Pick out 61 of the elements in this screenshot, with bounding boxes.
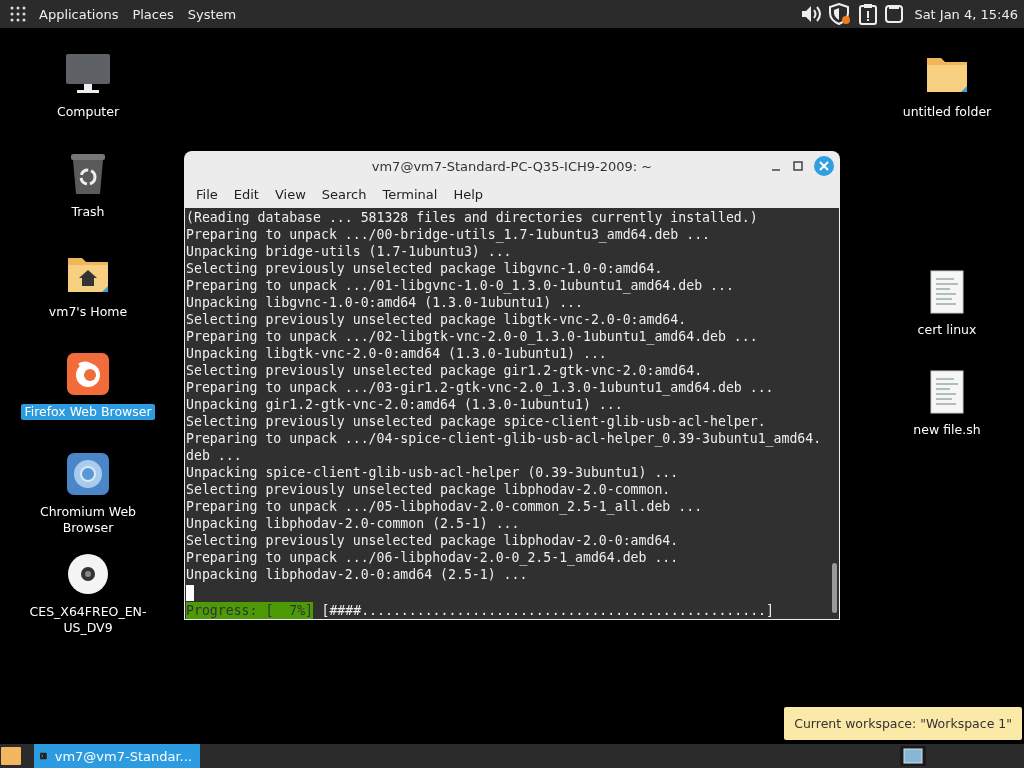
show-desktop-icon[interactable]: [0, 745, 22, 767]
terminal-line: Preparing to unpack .../03-gir1.2-gtk-vnc-2.0_1.3.0-1ubuntu1_amd64.deb ...: [186, 379, 775, 396]
maximize-button[interactable]: [792, 160, 804, 172]
terminal-line: Preparing to unpack .../00-bridge-utils_1.7-1ubuntu3_amd64.deb ...: [186, 226, 711, 243]
terminal-line: Selecting previously unselected package libgvnc-1.0-0:amd64.: [186, 260, 664, 277]
terminal-line: Unpacking libphodav-2.0-common (2.5-1) ...: [186, 515, 521, 532]
browser-fox-icon[interactable]: [67, 353, 109, 395]
terminal-line: Selecting previously unselected package libphodav-2.0-common.: [186, 481, 672, 498]
menu-item[interactable]: Help: [445, 187, 492, 202]
workspace-switcher[interactable]: [900, 746, 926, 766]
text-cursor: [186, 585, 194, 601]
menu-item[interactable]: Edit: [225, 187, 267, 202]
terminal-line: (Reading database ... 581328 files and directories currently installed.): [186, 209, 759, 226]
terminal-line: Preparing to unpack .../01-libgvnc-1.0-0_1.3.0-1ubuntu1_amd64.deb ...: [186, 277, 735, 294]
terminal-line: Unpacking libgtk-vnc-2.0-0:amd64 (1.3.0-1ubuntu1) ...: [186, 345, 608, 362]
menu-item[interactable]: Search: [313, 187, 375, 202]
panel-menu[interactable]: Applications: [32, 6, 126, 22]
disc-icon[interactable]: [67, 553, 109, 595]
desktop-icon-label[interactable]: Trash: [68, 204, 108, 220]
terminal-line: Preparing to unpack .../05-libphodav-2.0-common_2.5-1_all.deb ...: [186, 498, 704, 515]
desktop-icon-label[interactable]: Computer: [53, 104, 123, 120]
clipboard-alert-icon[interactable]: [858, 3, 879, 25]
terminal-line: Unpacking libphodav-2.0-0:amd64 (2.5-1) ...: [186, 566, 529, 583]
terminal-line: Preparing to unpack .../06-libphodav-2.0-0_2.5-1_amd64.deb ...: [186, 549, 680, 566]
window-icon[interactable]: [884, 4, 905, 24]
terminal-line: deb ...: [186, 447, 243, 464]
terminal-line: Unpacking gir1.2-gtk-vnc-2.0:amd64 (1.3.0-1ubuntu1) ...: [186, 396, 624, 413]
workspace-tooltip-label: Current workspace: "Workspace 1": [784, 707, 1022, 740]
close-button[interactable]: [814, 156, 834, 176]
menu-item[interactable]: File: [188, 187, 226, 202]
desktop-icon-label[interactable]: untitled folder: [899, 104, 995, 120]
terminal-line: Selecting previously unselected package libphodav-2.0-0:amd64.: [186, 532, 680, 549]
desktop-icon-label[interactable]: CES_X64FREO_EN-US_DV9: [21, 604, 155, 636]
terminal-line: Unpacking bridge-utils (1.7-1ubuntu3) ...: [186, 243, 513, 260]
desktop-icon-label[interactable]: vm7's Home: [45, 304, 131, 320]
document-icon[interactable]: [930, 370, 964, 414]
panel-menu[interactable]: Places: [125, 6, 181, 22]
scrollbar-thumb[interactable]: [832, 563, 837, 613]
clock[interactable]: Sat Jan 4, 15:46: [914, 6, 1018, 22]
panel-menu[interactable]: System: [180, 6, 244, 22]
progress-label: Progress: [ 7%]: [186, 602, 314, 619]
terminal-line: Preparing to unpack .../04-spice-client-glib-usb-acl-helper_0.39-3ubuntu1_amd64.: [186, 430, 823, 447]
desktop-icon-label[interactable]: Chromium Web Browser: [21, 504, 155, 536]
terminal-line: Preparing to unpack .../02-libgtk-vnc-2.0-0_1.3.0-1ubuntu1_amd64.deb ...: [186, 328, 759, 345]
apps-grid-icon[interactable]: [10, 6, 26, 22]
document-icon[interactable]: [930, 270, 964, 314]
progress-bar-text: [####...................................................]: [321, 602, 774, 619]
menu-item[interactable]: Terminal: [374, 187, 446, 202]
terminal-line: Unpacking libgvnc-1.0-0:amd64 (1.3.0-1ubuntu1) ...: [186, 294, 584, 311]
terminal-line: Selecting previously unselected package spice-client-glib-usb-acl-helper.: [186, 413, 767, 430]
menu-item[interactable]: View: [266, 187, 314, 202]
desktop-icon-label[interactable]: cert linux: [914, 322, 980, 338]
terminal-line: Selecting previously unselected package libgtk-vnc-2.0-0:amd64.: [186, 311, 688, 328]
volume-icon[interactable]: [800, 4, 823, 24]
shield-icon[interactable]: [828, 3, 853, 25]
desktop-icon-label[interactable]: new file.sh: [910, 422, 984, 438]
computer-icon[interactable]: [64, 52, 112, 96]
terminal-line: Unpacking spice-client-glib-usb-acl-helper (0.39-3ubuntu1) ...: [186, 464, 680, 481]
window-title: vm7@vm7-Standard-PC-Q35-ICH9-2009: ~: [371, 158, 653, 174]
terminal-line: Selecting previously unselected package gir1.2-gtk-vnc-2.0:amd64.: [186, 362, 704, 379]
trash-icon[interactable]: [68, 152, 108, 196]
